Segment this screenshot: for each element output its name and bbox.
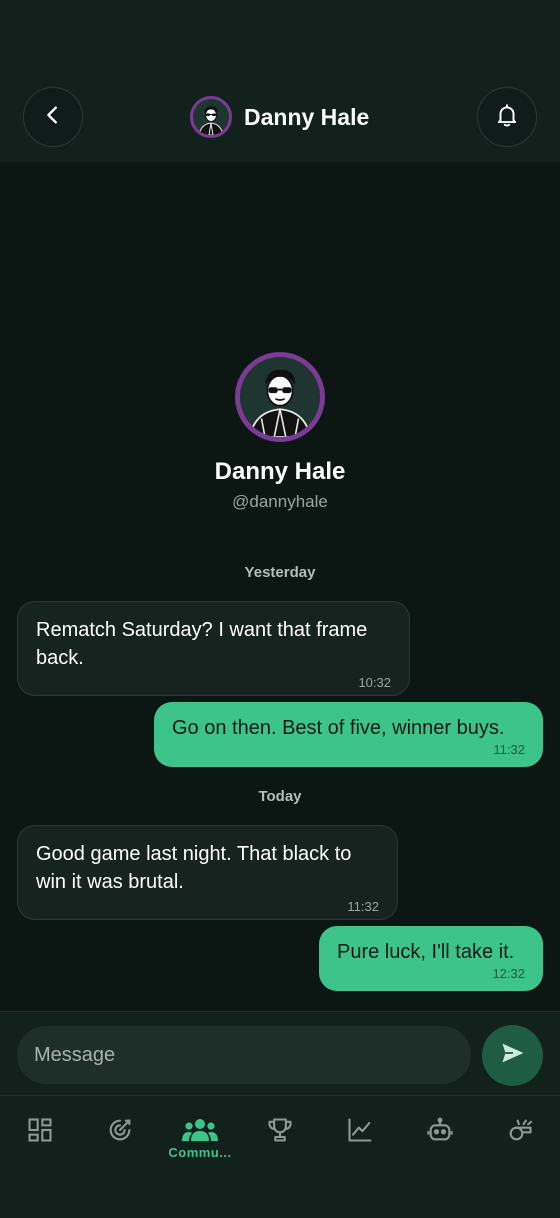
chat-screen: Danny Hale Danny Hale @dannyhale Yesterd… xyxy=(0,0,560,1218)
nav-item-dashboard[interactable] xyxy=(5,1116,75,1176)
message-bubble-outgoing[interactable]: Pure luck, I'll take it. 12:32 xyxy=(319,926,543,991)
header-title: Danny Hale xyxy=(244,103,370,130)
nav-label-community: Commu... xyxy=(168,1145,232,1160)
dashboard-icon xyxy=(5,1116,75,1144)
day-separator: Yesterday xyxy=(244,564,316,581)
robot-icon xyxy=(405,1116,475,1144)
message-composer xyxy=(0,1011,560,1095)
nav-item-trophy[interactable] xyxy=(245,1116,315,1176)
day-separator: Today xyxy=(258,788,302,805)
message-time: 12:32 xyxy=(492,966,525,981)
chat-header: Danny Hale xyxy=(0,0,560,162)
message-text: Good game last night. That black to win … xyxy=(36,843,352,893)
nav-item-target[interactable] xyxy=(85,1116,155,1176)
nav-item-stats[interactable] xyxy=(325,1116,395,1176)
message-bubble-incoming[interactable]: Rematch Saturday? I want that frame back… xyxy=(17,601,410,696)
profile-avatar[interactable] xyxy=(235,352,325,442)
target-icon xyxy=(85,1116,155,1144)
message-text: Pure luck, I'll take it. xyxy=(337,941,515,963)
send-icon xyxy=(499,1039,527,1072)
back-button[interactable] xyxy=(23,87,83,147)
avatar xyxy=(190,96,232,138)
message-time: 11:32 xyxy=(493,742,525,757)
nav-item-coach[interactable] xyxy=(485,1116,555,1176)
message-time: 10:32 xyxy=(358,675,391,690)
bottom-navigation: Commu... xyxy=(0,1095,560,1218)
message-bubble-outgoing[interactable]: Go on then. Best of five, winner buys. 1… xyxy=(154,702,543,767)
community-icon xyxy=(165,1116,235,1142)
message-text: Go on then. Best of five, winner buys. xyxy=(172,717,505,739)
contact-profile: Danny Hale @dannyhale xyxy=(0,352,560,512)
message-text: Rematch Saturday? I want that frame back… xyxy=(36,619,368,669)
notifications-button[interactable] xyxy=(477,87,537,147)
header-contact[interactable]: Danny Hale xyxy=(190,96,369,138)
message-time: 11:32 xyxy=(347,899,379,914)
chart-icon xyxy=(325,1116,395,1144)
trophy-icon xyxy=(245,1116,315,1144)
nav-item-bot[interactable] xyxy=(405,1116,475,1176)
bell-icon xyxy=(494,102,520,133)
message-bubble-incoming[interactable]: Good game last night. That black to win … xyxy=(17,825,398,920)
chevron-left-icon xyxy=(42,104,64,131)
nav-item-community[interactable]: Commu... xyxy=(165,1116,235,1176)
message-input[interactable] xyxy=(17,1026,471,1084)
whistle-icon xyxy=(485,1116,555,1144)
profile-handle: @dannyhale xyxy=(232,492,328,511)
send-button[interactable] xyxy=(482,1025,543,1086)
profile-name: Danny Hale xyxy=(214,458,346,485)
